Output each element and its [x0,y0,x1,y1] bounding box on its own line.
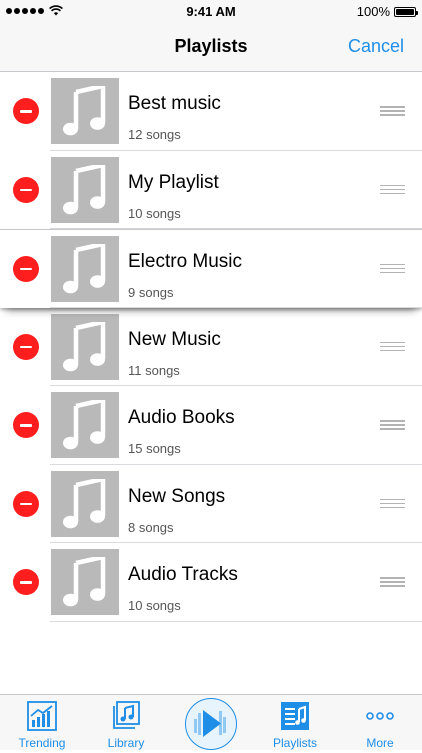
playlist-song-count: 10 songs [128,205,181,221]
playlist-artwork [51,156,119,223]
reorder-handle-icon[interactable] [380,184,405,196]
music-note-icon [63,478,106,528]
play-icon [194,710,226,737]
reorder-handle-icon[interactable] [380,341,405,353]
music-note-icon [63,86,106,136]
playlist-title: Audio Tracks [128,564,238,585]
more-dots-icon [366,712,394,720]
playlist-row[interactable]: Audio Tracks 10 songs [0,543,422,622]
playlist-artwork [51,313,119,380]
playlist-row[interactable]: New Songs 8 songs [0,464,422,543]
reorder-handle-icon[interactable] [380,106,405,117]
delete-button[interactable] [13,333,39,360]
battery-icon [394,6,418,17]
music-note-icon [63,244,106,294]
minus-icon [20,581,32,584]
playlist-artwork [51,236,119,302]
playlist-title: My Playlist [128,171,219,193]
playlist-song-count: 9 songs [128,285,174,300]
playlist-row[interactable]: My Playlist 10 songs [0,150,422,229]
tab-label: More [366,736,394,750]
status-bar: 9:41 AM 100% [0,0,422,24]
delete-button[interactable] [13,98,39,125]
reorder-handle-icon[interactable] [380,577,405,588]
reorder-handle-icon[interactable] [380,498,405,510]
playlist-artwork [51,78,119,144]
tab-label: Trending [18,736,66,750]
playlist-list: Best music 12 songs My Playlist 10 songs [0,72,422,622]
reorder-handle-icon[interactable] [380,420,405,431]
playlist-song-count: 15 songs [128,441,181,456]
playlist-title: Electro Music [128,251,243,272]
playlist-song-count: 8 songs [128,519,174,535]
delete-button[interactable] [13,569,39,596]
navigation-bar: Playlists Cancel [0,24,422,72]
playlist-song-count: 12 songs [128,127,181,142]
minus-icon [20,188,32,191]
minus-icon [20,267,32,270]
minus-icon [20,502,32,505]
cancel-button[interactable]: Cancel [348,36,404,57]
music-note-icon [63,400,106,450]
playlist-title: Best music [128,93,221,114]
reorder-handle-icon[interactable] [380,263,405,275]
music-note-icon [63,557,106,607]
delete-button[interactable] [13,412,39,439]
playlist-title: Audio Books [128,407,235,428]
tab-label: Playlists [272,736,317,750]
music-note-icon [63,164,106,214]
minus-icon [20,424,32,427]
tab-library[interactable]: Library [84,695,168,751]
playlist-row[interactable]: New Music 11 songs [0,307,422,386]
now-playing-button[interactable] [185,698,237,750]
row-divider [50,306,422,308]
playlist-artwork [51,392,119,458]
battery-area: 100% [356,4,418,19]
minus-icon [20,110,32,113]
playlist-title: New Songs [128,485,226,507]
playlist-row[interactable]: Electro Music 9 songs [0,229,422,308]
playlist-song-count: 10 songs [128,598,181,613]
playlist-artwork [51,549,119,615]
delete-button[interactable] [13,490,39,517]
playlist-row[interactable]: Audio Books 15 songs [0,386,422,465]
tab-playlists[interactable]: Playlists [253,695,337,751]
tab-more[interactable]: More [338,695,422,751]
tab-label: Library [107,736,145,750]
trending-chart-icon [27,701,57,731]
minus-icon [20,345,32,348]
playlist-icon [281,702,309,730]
playlist-song-count: 11 songs [128,362,180,378]
delete-button[interactable] [13,255,39,282]
playlist-row[interactable]: Best music 12 songs [0,72,422,151]
playlist-artwork [51,470,119,537]
battery-percent: 100% [356,4,390,19]
delete-button[interactable] [13,176,39,203]
library-icon [113,701,140,729]
playlist-title: New Music [128,328,221,350]
row-divider [50,620,422,622]
tab-trending[interactable]: Trending [0,695,84,751]
music-note-icon [63,321,106,371]
